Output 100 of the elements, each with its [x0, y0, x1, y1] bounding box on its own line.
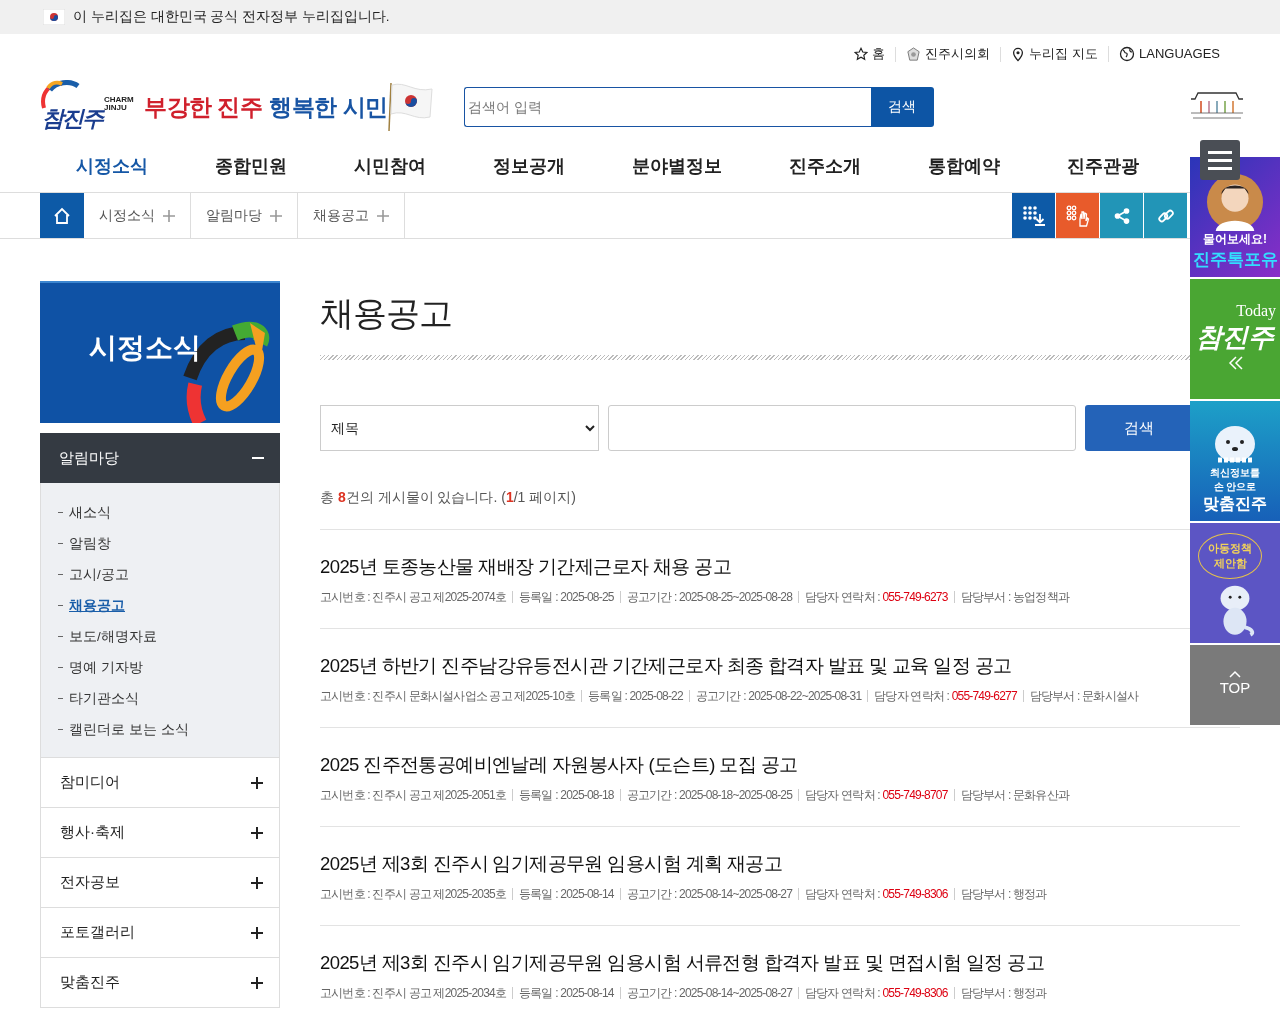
submenu-item[interactable]: 새소식 [58, 497, 279, 528]
nav-tab[interactable]: 분야별정보 [632, 154, 722, 178]
flag-icon [43, 9, 65, 25]
nav-tab[interactable]: 시민참여 [354, 154, 426, 178]
menu-item[interactable]: 행사·축제 [40, 808, 280, 858]
hand-icon [1064, 204, 1091, 227]
plus-icon [251, 976, 263, 989]
post-meta: 공고기간 : 2025-08-18~2025-08-25 [619, 789, 799, 801]
tool-button[interactable] [1144, 193, 1188, 238]
post-meta: 담당자 연락처 : 055-749-8306 [798, 987, 954, 999]
post-meta: 고시번호 : 진주시 공고 제2025-2035호 [320, 888, 508, 900]
post-meta: 고시번호 : 진주시 공고 제2025-2034호 [320, 987, 508, 999]
slogan: 부강한 진주 [144, 92, 263, 122]
post-meta: 등록일 : 2025-08-25 [512, 591, 620, 603]
util-link[interactable]: 진주시의회 [895, 46, 1001, 62]
caret-up-icon [1228, 668, 1242, 679]
search-field-select[interactable]: 제목 [320, 405, 599, 451]
post-title[interactable]: 2025년 제3회 진주시 임기제공무원 임용시험 계획 재공고 [320, 851, 783, 876]
double-chevron-icon [1226, 354, 1244, 371]
post-meta: 공고기간 : 2025-08-22~2025-08-31 [688, 690, 868, 702]
globe-icon [1119, 46, 1136, 62]
app-title: 맞춤진주 [1203, 494, 1267, 514]
submenu-item[interactable]: 명예 기자방 [58, 652, 279, 683]
nav-tab[interactable]: 진주소개 [789, 154, 861, 178]
post-title[interactable]: 2025년 하반기 진주남강유등전시관 기간제근로자 최종 합격자 발표 및 교육 일정 공고 [320, 653, 1012, 678]
search-button[interactable]: 검색 [1085, 405, 1193, 451]
app-banner[interactable]: 최신정보를 손 안으로 맞춤진주 [1190, 401, 1280, 521]
app-caption: 손 안으로 [1213, 480, 1257, 494]
post-meta: 고시번호 : 진주시 공고 제2025-2074호 [320, 591, 508, 603]
post-meta: 담당자 연락처 : 055-749-8306 [798, 888, 954, 900]
submenu-item[interactable]: 타기관소식 [58, 683, 279, 714]
share-icon [1112, 206, 1131, 225]
util-link[interactable]: 홈 [844, 47, 896, 61]
chatbot-banner[interactable]: 물어보세요! 진주톡포유 [1190, 157, 1280, 277]
home-icon [53, 206, 71, 225]
gov-notice: 이 누리집은 대한민국 공식 전자정부 누리집입니다. [73, 8, 390, 26]
plus-icon [377, 209, 389, 222]
tool-button[interactable] [1100, 193, 1144, 238]
post-title[interactable]: 2025년 제3회 진주시 임기제공무원 임용시험 서류전형 합격자 발표 및 면접시험 일정 공고 [320, 950, 1044, 975]
util-link[interactable]: 누리집 지도 [1000, 46, 1109, 62]
emblem-icon [906, 46, 922, 62]
plus-icon [251, 876, 263, 889]
plus-icon [163, 209, 175, 222]
post-meta: 등록일 : 2025-08-22 [581, 690, 689, 702]
plus-icon [270, 209, 282, 222]
menu-item[interactable]: 참미디어 [40, 758, 280, 808]
home-button[interactable] [40, 193, 84, 238]
post-meta: 공고기간 : 2025-08-14~2025-08-27 [619, 888, 799, 900]
post-meta: 공고기간 : 2025-08-25~2025-08-28 [619, 591, 799, 603]
breadcrumb-item[interactable]: 시정소식 [84, 193, 191, 238]
tool-button[interactable] [1012, 193, 1056, 238]
nav-tab[interactable]: 통합예약 [928, 154, 1000, 178]
post-count: 총 8건의 게시물이 있습니다. (1/1 페이지) [320, 489, 576, 505]
menu-item[interactable]: 포토갤러리 [40, 908, 280, 958]
submenu-item[interactable]: 캘린더로 보는 소식 [58, 714, 279, 745]
post-meta: 담당자 연락처 : 055-749-6273 [798, 591, 954, 603]
menu-header[interactable]: 알림마당 [40, 433, 280, 483]
craft-city-logo-icon [1189, 89, 1245, 121]
plus-icon [251, 776, 263, 789]
post-meta: 담당부서 : 문화시설사 [1022, 690, 1145, 702]
location-pin-icon [1011, 46, 1026, 62]
post-meta: 담당부서 : 문화유산과 [953, 789, 1076, 801]
chatbot-title: 진주톡포유 [1192, 249, 1278, 271]
post-title[interactable]: 2025 진주전통공예비엔날레 자원봉사자 (도슨트) 모집 공고 [320, 752, 798, 777]
submenu-item[interactable]: 보도/해명자료 [58, 621, 279, 652]
tool-button[interactable] [1056, 193, 1100, 238]
search-button[interactable]: 검색 [870, 87, 934, 127]
submenu-item[interactable]: 고시/공고 [58, 559, 279, 590]
nav-tab[interactable]: 정보공개 [493, 154, 565, 178]
post-meta: 담당부서 : 행정과 [953, 888, 1053, 900]
star-icon [854, 47, 869, 61]
nav-tab[interactable]: 시정소식 [76, 154, 148, 178]
breadcrumb-item[interactable]: 알림마당 [191, 193, 298, 238]
post-meta: 공고기간 : 2025-08-14~2025-08-27 [619, 987, 799, 999]
post-meta: 담당자 연락처 : 055-749-8707 [798, 789, 954, 801]
post-title[interactable]: 2025년 토종농산물 재배장 기간제근로자 채용 공고 [320, 554, 732, 579]
plus-icon [251, 826, 263, 839]
post-meta: 고시번호 : 진주시 문화시설사업소 공고 제2025-10호 [320, 690, 577, 702]
post-meta: 고시번호 : 진주시 공고 제2025-2051호 [320, 789, 508, 801]
post-meta: 담당부서 : 행정과 [953, 987, 1053, 999]
submenu-item[interactable]: 알림창 [58, 528, 279, 559]
menu-item[interactable]: 전자공보 [40, 858, 280, 908]
section-banner: 시정소식 [40, 281, 280, 423]
top-button[interactable]: TOP [1190, 645, 1280, 725]
post-meta: 담당자 연락처 : 055-749-6277 [867, 690, 1023, 702]
proposal-banner[interactable]: 아동정책 제안함 [1190, 523, 1280, 643]
post-meta: 등록일 : 2025-08-14 [512, 987, 620, 999]
search-input[interactable] [608, 405, 1076, 451]
city-logo[interactable]: 참진주 CHARM JINJU [40, 80, 134, 134]
search-field[interactable]: 검색어 입력 [463, 87, 871, 127]
menu-item[interactable]: 맞춤진주 [40, 958, 280, 1008]
breadcrumb-item[interactable]: 채용공고 [298, 193, 405, 238]
post-meta: 등록일 : 2025-08-18 [512, 789, 620, 801]
menu-button[interactable] [1200, 140, 1240, 180]
app-caption: 최신정보를 [1210, 466, 1260, 480]
nav-tab[interactable]: 종합민원 [215, 154, 287, 178]
submenu-item[interactable]: 채용공고 [58, 590, 279, 621]
util-link[interactable]: LANGUAGES [1108, 46, 1230, 62]
post-meta: 등록일 : 2025-08-14 [512, 888, 620, 900]
nav-tab[interactable]: 진주관광 [1067, 154, 1139, 178]
